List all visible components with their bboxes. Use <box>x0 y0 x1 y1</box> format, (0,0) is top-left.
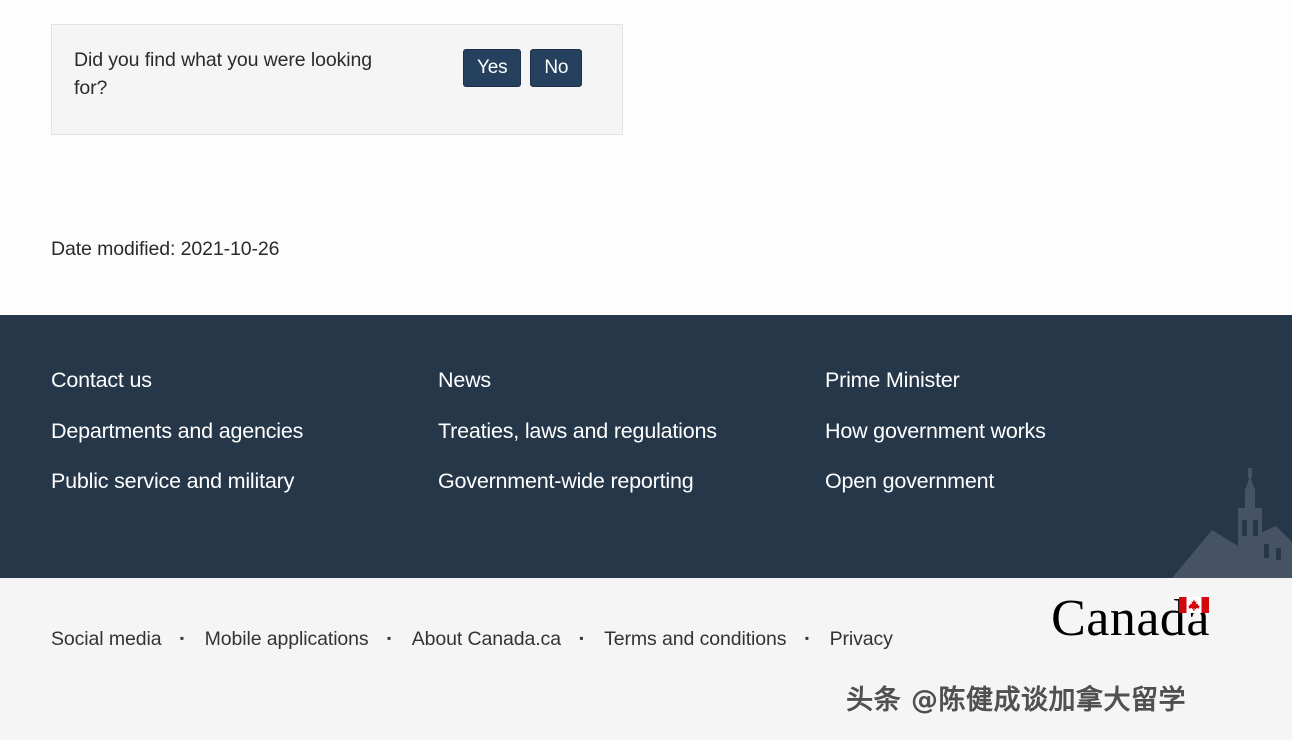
footer-link-privacy[interactable]: Privacy <box>830 628 893 650</box>
watermark-text: 头条 @陈健成谈加拿大留学 <box>846 685 1186 716</box>
footer-link-how-government-works[interactable]: How government works <box>825 420 1046 443</box>
footer-link-departments-and-agencies[interactable]: Departments and agencies <box>51 420 303 443</box>
footer-link-mobile-applications[interactable]: Mobile applications <box>205 628 369 650</box>
list-item: Mobile applications <box>166 628 369 651</box>
list-item: Privacy <box>791 628 893 651</box>
footer-sub: Social media Mobile applications About C… <box>0 578 1292 740</box>
footer-link-prime-minister[interactable]: Prime Minister <box>825 369 960 392</box>
canadian-flag-icon <box>1179 597 1209 613</box>
footer-column-3: Prime Minister How government works Open… <box>825 369 1125 522</box>
date-modified-text: Date modified: 2021-10-26 <box>51 238 280 260</box>
footer-link-contact-us[interactable]: Contact us <box>51 369 152 392</box>
feedback-yes-button[interactable]: Yes <box>463 49 522 87</box>
page-content-area: Did you find what you were looking for? … <box>0 0 1292 315</box>
footer-link-public-service-and-military[interactable]: Public service and military <box>51 470 294 493</box>
list-item: Terms and conditions <box>565 628 786 651</box>
footer-column-2: News Treaties, laws and regulations Gove… <box>438 369 825 522</box>
footer-link-news[interactable]: News <box>438 369 491 392</box>
footer-column-1: Contact us Departments and agencies Publ… <box>51 369 438 522</box>
footer-link-columns: Contact us Departments and agencies Publ… <box>0 315 1292 522</box>
footer-link-treaties-laws-and-regulations[interactable]: Treaties, laws and regulations <box>438 420 717 443</box>
feedback-panel-inner: Did you find what you were looking for? … <box>52 25 622 102</box>
footer-link-terms-and-conditions[interactable]: Terms and conditions <box>604 628 786 650</box>
footer-main: Contact us Departments and agencies Publ… <box>0 315 1292 578</box>
feedback-button-group: Yes No <box>463 49 583 87</box>
list-item: About Canada.ca <box>373 628 561 651</box>
feedback-no-button[interactable]: No <box>530 49 583 87</box>
footer-link-social-media[interactable]: Social media <box>51 628 162 650</box>
footer-link-about-canada-ca[interactable]: About Canada.ca <box>412 628 561 650</box>
feedback-question-text: Did you find what you were looking for? <box>74 49 372 99</box>
footer-sub-link-list: Social media Mobile applications About C… <box>51 628 1011 667</box>
feedback-panel: Did you find what you were looking for? … <box>51 24 623 135</box>
footer-link-open-government[interactable]: Open government <box>825 470 994 493</box>
canada-wordmark: Canada <box>1051 593 1210 645</box>
list-item: Social media <box>51 628 162 651</box>
footer-link-government-wide-reporting[interactable]: Government-wide reporting <box>438 470 694 493</box>
